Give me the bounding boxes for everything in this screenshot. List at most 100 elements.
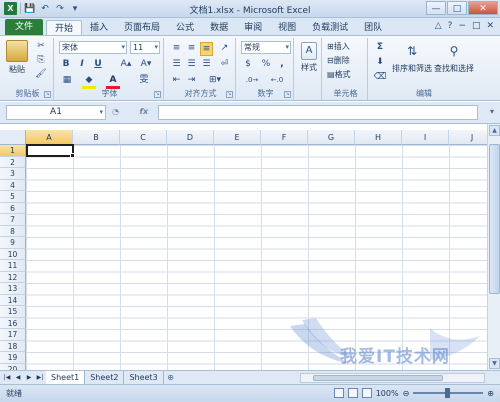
italic-button[interactable]: I (76, 58, 88, 70)
delete-cells-button[interactable]: ⊟删除 (327, 55, 350, 67)
align-left-icon[interactable]: ☰ (170, 58, 183, 70)
align-middle-icon[interactable]: ≡ (185, 42, 198, 54)
row-header[interactable]: 2 (0, 156, 26, 168)
row-header[interactable]: 3 (0, 168, 26, 180)
column-header[interactable]: A (26, 130, 73, 145)
zoom-in-icon[interactable]: ⊕ (487, 389, 494, 398)
clear-icon[interactable]: ⌫ (373, 71, 387, 83)
row-header[interactable]: 4 (0, 179, 26, 191)
styles-button[interactable]: A 样式 (297, 42, 321, 73)
expand-formula-icon[interactable]: ▾ (490, 107, 494, 116)
row-header[interactable]: 19 (0, 352, 26, 364)
insert-function-button[interactable]: fx (140, 107, 149, 116)
column-header[interactable]: I (402, 130, 449, 145)
row-header[interactable]: 9 (0, 237, 26, 249)
page-layout-view-icon[interactable] (347, 388, 358, 398)
fill-handle[interactable] (70, 152, 75, 158)
column-header[interactable]: J (449, 130, 487, 145)
formula-input[interactable] (158, 105, 478, 120)
row-header[interactable]: 13 (0, 283, 26, 295)
minimize-button[interactable]: — (426, 1, 446, 15)
row-header[interactable]: 18 (0, 340, 26, 352)
zoom-slider[interactable] (413, 388, 484, 398)
page-break-view-icon[interactable] (361, 388, 372, 398)
alignment-launcher-icon[interactable]: ↘ (226, 91, 233, 98)
column-header[interactable]: F (261, 130, 308, 145)
row-header[interactable]: 5 (0, 191, 26, 203)
align-top-icon[interactable]: ≡ (170, 42, 183, 54)
column-header[interactable]: G (308, 130, 355, 145)
active-cell-a1[interactable] (26, 144, 75, 158)
percent-button[interactable]: % (260, 58, 272, 70)
row-header[interactable]: 8 (0, 225, 26, 237)
align-bottom-icon[interactable]: ≡ (200, 42, 213, 56)
font-size-dropdown[interactable]: 11 ▾ (130, 41, 160, 54)
row-header[interactable]: 14 (0, 294, 26, 306)
find-select-button[interactable]: ⚲ 查找和选择 (432, 41, 476, 74)
new-sheet-icon[interactable]: ⊕ (164, 371, 178, 384)
orientation-icon[interactable]: ↗ (218, 42, 231, 54)
column-header[interactable]: E (214, 130, 261, 145)
row-header[interactable]: 11 (0, 260, 26, 272)
row-header[interactable]: 15 (0, 306, 26, 318)
select-all-corner[interactable] (0, 130, 26, 145)
zoom-out-icon[interactable]: ⊖ (403, 389, 410, 398)
font-color-button[interactable]: A (106, 74, 120, 89)
fill-icon[interactable]: ⬇ (373, 56, 387, 68)
zoom-slider-knob[interactable] (445, 388, 451, 398)
number-launcher-icon[interactable]: ↘ (284, 91, 291, 98)
horizontal-scrollbar[interactable] (300, 373, 485, 383)
currency-button[interactable]: $ (241, 58, 255, 70)
zoom-level[interactable]: 100% (376, 389, 399, 398)
row-header[interactable]: 12 (0, 271, 26, 283)
sort-filter-button[interactable]: ⇅ 排序和筛选 (390, 41, 434, 74)
column-header[interactable]: D (167, 130, 214, 145)
workbook-restore-icon[interactable]: □ (472, 21, 481, 31)
increase-decimal-button[interactable]: .0→ (241, 74, 263, 86)
row-header[interactable]: 1 (0, 145, 26, 157)
decrease-indent-icon[interactable]: ⇤ (170, 74, 183, 86)
next-sheet-icon[interactable]: ▶ (24, 372, 34, 383)
font-launcher-icon[interactable]: ↘ (154, 91, 161, 98)
format-painter-icon[interactable]: 🖌 (34, 68, 48, 80)
underline-button[interactable]: U (92, 58, 104, 70)
help-icon[interactable]: ? (448, 21, 453, 31)
maximize-button[interactable]: □ (447, 1, 467, 15)
font-name-dropdown[interactable]: 宋体 ▾ (59, 41, 127, 54)
sheet-tab[interactable]: Sheet1 (46, 371, 86, 384)
tab-file[interactable]: 文件 (5, 19, 43, 36)
phonetic-guide-button[interactable]: 雯 (136, 74, 152, 86)
row-header[interactable]: 6 (0, 202, 26, 214)
comma-button[interactable]: , (276, 58, 288, 70)
copy-icon[interactable]: ⎘ (34, 54, 48, 66)
row-header[interactable]: 17 (0, 329, 26, 341)
minimize-ribbon-icon[interactable]: △ (435, 21, 442, 31)
workbook-close-icon[interactable]: ✕ (486, 21, 494, 31)
decrease-decimal-button[interactable]: ←.0 (266, 74, 288, 86)
name-box[interactable]: A1 ▾ (6, 105, 106, 120)
row-header[interactable]: 10 (0, 248, 26, 260)
align-center-icon[interactable]: ☰ (185, 58, 198, 70)
align-right-icon[interactable]: ☰ (200, 58, 213, 70)
horizontal-scroll-thumb[interactable] (313, 375, 443, 381)
column-header[interactable]: C (120, 130, 167, 145)
cut-icon[interactable]: ✂ (34, 40, 48, 52)
merge-center-icon[interactable]: ⊞▾ (204, 74, 226, 86)
workbook-minimize-icon[interactable]: − (458, 21, 466, 31)
sheet-tab[interactable]: Sheet3 (124, 371, 164, 384)
cell-area[interactable] (26, 145, 487, 370)
last-sheet-icon[interactable]: ▶| (35, 372, 45, 383)
autosum-icon[interactable]: Σ (373, 41, 387, 53)
scroll-up-icon[interactable]: ▲ (489, 125, 500, 136)
column-header[interactable]: H (355, 130, 402, 145)
prev-sheet-icon[interactable]: ◀ (13, 372, 23, 383)
clipboard-launcher-icon[interactable]: ↘ (44, 91, 51, 98)
borders-icon[interactable]: ▦ (60, 74, 74, 86)
number-format-dropdown[interactable]: 常规 ▾ (241, 41, 291, 54)
column-header[interactable]: B (73, 130, 120, 145)
normal-view-icon[interactable] (333, 388, 344, 398)
first-sheet-icon[interactable]: |◀ (2, 372, 12, 383)
row-header[interactable]: 16 (0, 317, 26, 329)
grow-font-button[interactable]: A▴ (118, 58, 134, 70)
scroll-down-icon[interactable]: ▼ (489, 358, 500, 369)
